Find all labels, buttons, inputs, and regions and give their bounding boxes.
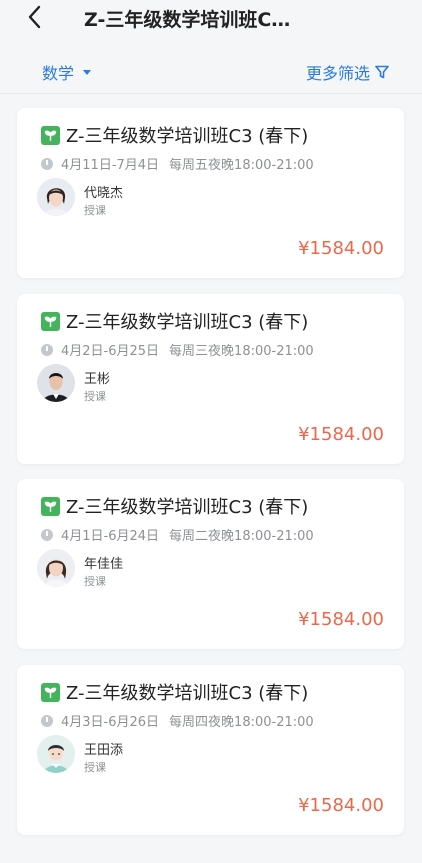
course-title: Z-三年级数学培训班C3 (春下) [41, 679, 308, 705]
teacher-name: 王彬 [84, 372, 111, 387]
sprout-icon [41, 125, 60, 145]
subject-dropdown-label: 数学 [42, 64, 75, 83]
sprout-icon [41, 682, 60, 702]
teacher-role: 授课 [84, 761, 106, 774]
course-price: ¥1584.00 [298, 424, 384, 445]
course-schedule: 每周二夜晚18:00-21:00 [169, 529, 314, 544]
funnel-icon [375, 65, 389, 79]
course-card[interactable]: Z-三年级数学培训班C3 (春下) 4月11日-7月4日 每周五夜晚18:00-… [17, 108, 404, 278]
divider [0, 93, 422, 94]
course-price: ¥1584.00 [298, 609, 384, 630]
course-time: 4月1日-6月24日 每周二夜晚18:00-21:00 [41, 525, 314, 544]
course-schedule: 每周四夜晚18:00-21:00 [169, 715, 314, 730]
course-dates: 4月2日-6月25日 [61, 344, 160, 359]
filter-bar: 数学 更多筛选 [0, 52, 422, 92]
course-dates: 4月11日-7月4日 [61, 158, 160, 173]
course-time: 4月11日-7月4日 每周五夜晚18:00-21:00 [41, 154, 314, 173]
teacher-name: 王田添 [84, 743, 124, 758]
teacher-name: 代晓杰 [84, 186, 124, 201]
back-arrow-icon[interactable] [24, 4, 46, 30]
teacher-name: 年佳佳 [84, 557, 124, 572]
more-filters-label: 更多筛选 [305, 64, 370, 83]
teacher-avatar [37, 735, 75, 773]
course-title-text: Z-三年级数学培训班C3 (春下) [66, 683, 309, 704]
clock-icon [41, 157, 53, 170]
course-title: Z-三年级数学培训班C3 (春下) [41, 308, 308, 334]
subject-dropdown[interactable]: 数学 [42, 60, 92, 84]
course-card[interactable]: Z-三年级数学培训班C3 (春下) 4月2日-6月25日 每周三夜晚18:00-… [17, 294, 404, 464]
sprout-icon [41, 496, 60, 516]
teacher-avatar [37, 549, 75, 587]
course-title: Z-三年级数学培训班C3 (春下) [41, 493, 308, 519]
sprout-icon [41, 311, 60, 331]
course-card[interactable]: Z-三年级数学培训班C3 (春下) 4月1日-6月24日 每周二夜晚18:00-… [17, 479, 404, 649]
course-time: 4月2日-6月25日 每周三夜晚18:00-21:00 [41, 340, 314, 359]
course-dates: 4月3日-6月26日 [61, 715, 160, 730]
course-title-text: Z-三年级数学培训班C3 (春下) [66, 126, 309, 147]
course-schedule: 每周三夜晚18:00-21:00 [169, 344, 314, 359]
teacher-role: 授课 [84, 390, 106, 403]
clock-icon [41, 343, 53, 356]
teacher-avatar [37, 364, 75, 402]
more-filters-button[interactable]: 更多筛选 [306, 60, 390, 84]
course-schedule: 每周五夜晚18:00-21:00 [169, 158, 314, 173]
page-title: Z-三年级数学培训班C… [84, 9, 291, 31]
course-price: ¥1584.00 [298, 795, 384, 816]
teacher-role: 授课 [84, 204, 106, 217]
clock-icon [41, 714, 53, 727]
course-price: ¥1584.00 [298, 238, 384, 259]
course-card[interactable]: Z-三年级数学培训班C3 (春下) 4月3日-6月26日 每周四夜晚18:00-… [17, 665, 404, 835]
teacher-avatar [37, 178, 75, 216]
course-title-text: Z-三年级数学培训班C3 (春下) [66, 312, 309, 333]
clock-icon [41, 528, 53, 541]
course-title: Z-三年级数学培训班C3 (春下) [41, 122, 308, 148]
course-dates: 4月1日-6月24日 [61, 529, 160, 544]
course-time: 4月3日-6月26日 每周四夜晚18:00-21:00 [41, 711, 314, 730]
header: Z-三年级数学培训班C… [0, 0, 422, 36]
course-title-text: Z-三年级数学培训班C3 (春下) [66, 497, 309, 518]
teacher-role: 授课 [84, 575, 106, 588]
caret-down-icon [83, 69, 92, 75]
